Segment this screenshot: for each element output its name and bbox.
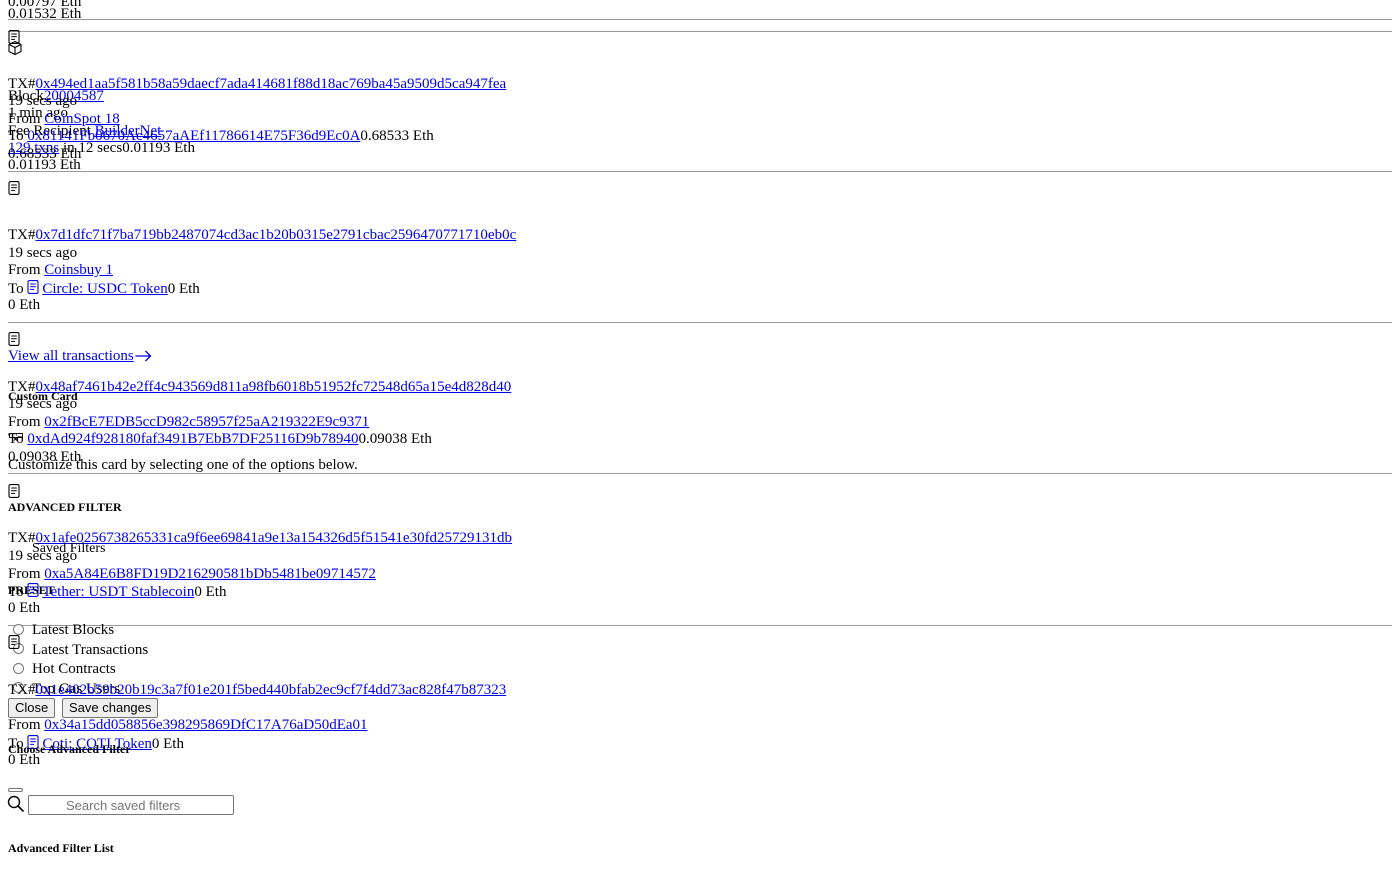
document-icon	[8, 332, 20, 346]
close-x-icon[interactable]	[9, 433, 23, 441]
close-button[interactable]: Close	[8, 698, 56, 718]
tx-from-row: From Coinsbuy 1	[8, 262, 113, 279]
search-icon	[7, 795, 25, 813]
to-label: To	[8, 281, 28, 297]
divider	[8, 171, 1392, 172]
tx-to-link[interactable]: Circle: USDC Token	[42, 281, 167, 297]
view-all-transactions-link[interactable]: View all transactions	[8, 348, 152, 365]
tx-time: 19 secs ago	[8, 396, 78, 412]
tx-amount: 0.68533 Eth	[360, 128, 434, 144]
tx-hash-prefix: TX#	[8, 682, 36, 698]
cube-icon	[8, 40, 22, 56]
tx-hash-row: TX#0x48af7461b42e2ff4c943569d811a98fb601…	[8, 379, 511, 396]
radio-latest-blocks[interactable]	[13, 624, 24, 635]
tx-hash-row: TX#0x7d1dfc71f7ba719bb2487074cd3ac1b20b0…	[8, 227, 516, 244]
divider	[8, 322, 1392, 323]
divider	[8, 19, 1392, 20]
tx-to-row: To 0xdAd924f928180faf3491B7EbB7DF25116D9…	[8, 431, 432, 448]
tx-from-link[interactable]: 0x34a15dd058856e398295869DfC17A76aD50dEa…	[44, 717, 367, 733]
contract-icon	[27, 280, 39, 294]
tx-from-row: From 0x34a15dd058856e398295869DfC17A76aD…	[8, 717, 368, 734]
advanced-filter-title: ADVANCED FILTER	[8, 500, 122, 514]
tx-time: 19 secs ago	[8, 548, 78, 564]
tx-amount: 0.09038 Eth	[358, 431, 432, 447]
tx-from-row: From 0xa5A84E6B8FD19D216290581bDb5481be0…	[8, 566, 376, 583]
tx-from-link[interactable]: Coinsbuy 1	[44, 262, 113, 278]
from-label: From	[8, 262, 45, 278]
tx-hash-link[interactable]: 0x7d1dfc71f7ba719bb2487074cd3ac1b20b0315…	[36, 227, 517, 243]
option-latest-transactions: Latest Transactions	[32, 642, 149, 658]
radio-hot-contracts[interactable]	[13, 663, 24, 674]
custom-card-description: Customize this card by selecting one of …	[8, 457, 358, 473]
advanced-filter-list-title: Advanced Filter List	[8, 841, 114, 855]
tx-amount: 0 Eth	[151, 736, 184, 752]
to-label: To	[8, 584, 28, 600]
tx-hash-prefix: TX#	[8, 227, 36, 243]
tx-to-link[interactable]: Tether: USDT Stablecoin	[42, 584, 194, 600]
option-latest-blocks: Latest Blocks	[32, 622, 115, 638]
document-icon	[8, 635, 20, 649]
document-icon	[8, 181, 20, 195]
tx-hash-link[interactable]: 0x1e402b59b20b19c3a7f01e201f5bed440bfab2…	[36, 682, 507, 698]
top-remnant-amount-2: 0.01532 Eth	[8, 6, 82, 22]
tx-amount: 0 Eth	[194, 584, 227, 600]
tx-to-row: To Tether: USDT Stablecoin0 Eth	[8, 583, 226, 601]
tx-amount-secondary: 0 Eth	[8, 600, 41, 616]
tx-from-link[interactable]: 0x2fBcE7EDB5ccD982c58957f25aA219322E9c93…	[44, 414, 369, 430]
contract-icon	[27, 583, 39, 597]
tx-hash-link[interactable]: 0x494ed1aa5f581b58a59daecf7ada414681f88d…	[36, 76, 507, 92]
tx-amount-secondary: 0 Eth	[8, 297, 41, 313]
document-icon	[8, 484, 20, 498]
divider	[8, 473, 1392, 474]
tx-to-link[interactable]: 0xdAd924f928180faf3491B7EbB7DF25116D9b78…	[27, 431, 358, 447]
from-label: From	[8, 717, 45, 733]
view-all-label: View all transactions	[8, 348, 134, 364]
collapse-toggle[interactable]	[8, 788, 23, 792]
tx-to-row: To Circle: USDC Token0 Eth	[8, 280, 200, 298]
save-changes-button[interactable]: Save changes	[62, 698, 159, 718]
tx-hash-link[interactable]: 0x1afe0256738265331ca9f6ee69841a9e13a154…	[36, 530, 513, 546]
block-reward: 0.01193 Eth	[122, 140, 195, 156]
tx-hash-link[interactable]: 0x48af7461b42e2ff4c943569d811a98fb6018b5…	[36, 379, 512, 395]
tx-hash-row: TX#0x1e402b59b20b19c3a7f01e201f5bed440bf…	[8, 682, 506, 699]
tx-amount: 0 Eth	[167, 281, 200, 297]
tx-amount-secondary: 0 Eth	[8, 752, 41, 768]
from-label: From	[8, 566, 45, 582]
divider	[8, 625, 1392, 626]
tx-time: 19 secs ago	[8, 245, 78, 261]
tx-from-row: From 0x2fBcE7EDB5ccD982c58957f25aA219322…	[8, 414, 369, 431]
arrow-right-icon	[135, 350, 152, 362]
from-label: From	[8, 414, 45, 430]
search-saved-filters-input[interactable]	[28, 795, 234, 815]
divider	[8, 31, 1392, 32]
tx-from-link[interactable]: 0xa5A84E6B8FD19D216290581bDb5481be097145…	[44, 566, 376, 582]
option-hot-contracts: Hot Contracts	[32, 661, 116, 677]
